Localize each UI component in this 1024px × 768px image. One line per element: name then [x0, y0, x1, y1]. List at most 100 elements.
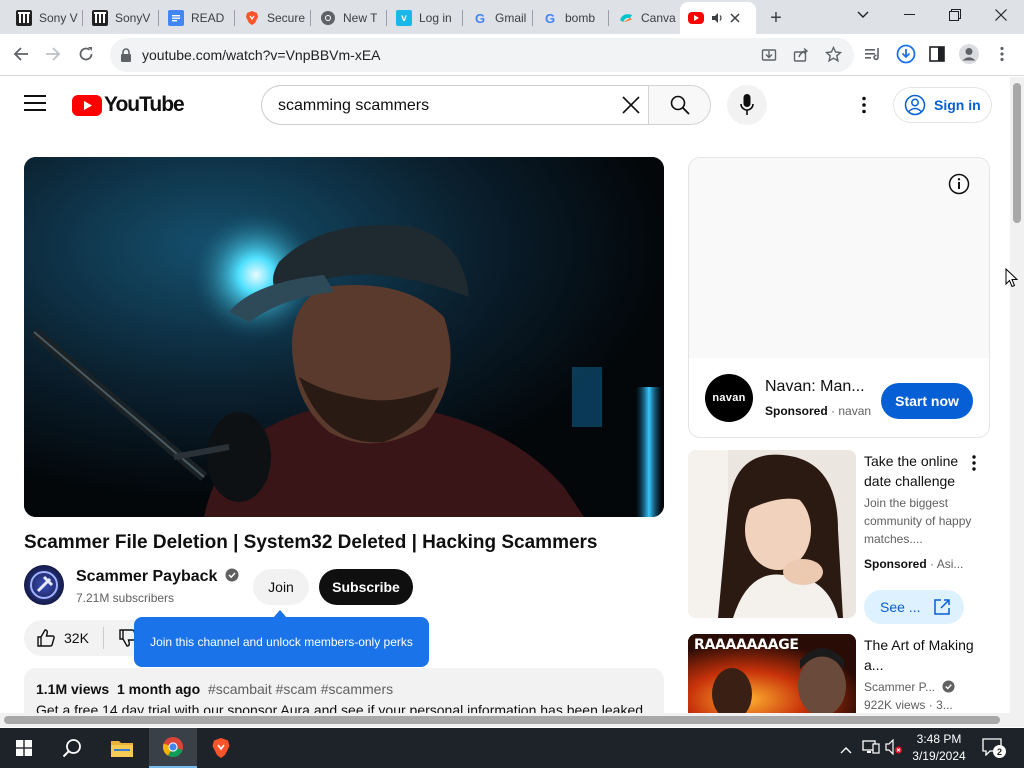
side-panel-icon[interactable]	[922, 39, 952, 69]
clear-search-icon[interactable]	[622, 96, 640, 119]
sponsored-label: Sponsored	[864, 557, 927, 571]
description-meta: 1.1M views 1 month ago #scambait #scam #…	[36, 681, 393, 697]
back-button[interactable]	[6, 39, 36, 69]
like-button[interactable]	[36, 628, 56, 653]
horizontal-scrollbar-thumb[interactable]	[4, 716, 1000, 724]
browser-tab[interactable]: SonyV	[84, 4, 156, 32]
sponsored-thumbnail[interactable]	[688, 450, 856, 618]
lock-icon[interactable]	[120, 48, 132, 67]
browser-tab[interactable]: Canva	[610, 4, 680, 32]
ad-info-icon[interactable]	[947, 172, 971, 196]
search-box[interactable]: scamming scammers	[261, 85, 648, 125]
sponsored-description: Join the biggest community of happy matc…	[864, 496, 972, 546]
youtube-play-logo-icon	[72, 94, 102, 116]
canva-icon	[618, 10, 634, 26]
tab-search-icon[interactable]	[840, 0, 886, 30]
sign-in-button[interactable]: Sign in	[893, 87, 992, 123]
channel-name[interactable]: Scammer P...	[864, 680, 956, 694]
windows-start-button[interactable]	[0, 728, 48, 768]
browser-tab[interactable]: Secure	[236, 4, 308, 32]
media-control-icon[interactable]	[858, 39, 888, 69]
address-bar[interactable]: youtube.com/watch?v=VnpBBVm-xEA	[110, 38, 854, 72]
hamburger-menu-icon[interactable]	[24, 94, 46, 117]
docs-icon	[168, 10, 184, 26]
browser-menu-icon[interactable]	[987, 39, 1017, 69]
tab-title: bomb	[565, 11, 596, 25]
tab-separator	[462, 10, 463, 26]
tab-title: New T	[343, 11, 378, 25]
tab-separator	[310, 10, 311, 26]
profile-avatar-icon[interactable]	[954, 39, 984, 69]
sponsored-ad-card[interactable]: navan Navan: Man... Sponsored · navan St…	[688, 157, 990, 438]
forward-button[interactable]	[38, 39, 68, 69]
minimize-button[interactable]	[886, 0, 932, 30]
ad-domain: navan	[838, 404, 872, 418]
tab-title: Sony V	[39, 11, 78, 25]
tab-audio-icon[interactable]	[711, 12, 724, 24]
browser-tab[interactable]: G Gmail	[464, 4, 536, 32]
browser-tab[interactable]: READ	[160, 4, 232, 32]
ad-title[interactable]: Navan: Man...	[765, 378, 871, 396]
taskbar-search-button[interactable]	[48, 728, 96, 768]
sponsored-title[interactable]: Take the online date challenge	[864, 451, 976, 491]
settings-more-icon[interactable]	[862, 96, 866, 119]
vertical-scrollbar[interactable]	[1010, 77, 1024, 727]
file-explorer-taskbar-icon[interactable]	[98, 728, 146, 768]
search-icon	[62, 739, 81, 758]
join-button[interactable]: Join	[253, 569, 309, 605]
close-window-button[interactable]	[978, 0, 1024, 30]
hashtags[interactable]: #scambait #scam #scammers	[208, 681, 393, 697]
see-more-button[interactable]: See ...	[864, 590, 964, 624]
youtube-logo[interactable]: YouTube	[72, 93, 185, 117]
search-icon	[670, 95, 690, 115]
install-app-icon[interactable]	[761, 47, 777, 68]
description-box[interactable]: 1.1M views 1 month ago #scambait #scam #…	[24, 668, 664, 716]
restore-button[interactable]	[932, 0, 978, 30]
view-count: 1.1M views	[36, 681, 110, 697]
search-input[interactable]: scamming scammers	[278, 97, 429, 115]
external-link-icon	[934, 599, 950, 615]
sign-in-label: Sign in	[934, 97, 981, 113]
view-count: 922K views	[864, 698, 926, 712]
video-title: Scammer File Deletion | System32 Deleted…	[24, 532, 598, 553]
channel-name[interactable]: Scammer Payback	[76, 568, 239, 586]
voice-search-button[interactable]	[727, 85, 767, 125]
windows-logo-icon	[16, 740, 32, 756]
download-icon[interactable]	[891, 39, 921, 69]
tab-title: Canva	[641, 11, 676, 25]
subscribe-button[interactable]: Subscribe	[319, 569, 413, 605]
browser-tab[interactable]: Sony V	[8, 4, 80, 32]
ad-media-area[interactable]	[689, 158, 989, 358]
taskbar-clock[interactable]: 3:48 PM 3/19/2024	[906, 731, 972, 765]
action-center-icon[interactable]: 2	[982, 738, 1006, 758]
tab-close-icon[interactable]	[730, 13, 740, 23]
show-hidden-icons-chevron-icon[interactable]	[840, 741, 852, 759]
clock-date: 3/19/2024	[912, 749, 966, 763]
browser-tab[interactable]: New T	[312, 4, 384, 32]
horizontal-scrollbar[interactable]	[0, 713, 1010, 727]
search-button[interactable]	[648, 85, 711, 125]
video-player[interactable]	[24, 157, 664, 517]
brave-taskbar-icon[interactable]	[197, 728, 245, 768]
channel-avatar[interactable]	[24, 565, 64, 605]
tab-separator	[532, 10, 533, 26]
new-tab-button[interactable]: +	[764, 6, 788, 30]
start-now-button[interactable]: Start now	[881, 383, 973, 419]
tab-title: SonyV	[115, 11, 151, 25]
reload-button[interactable]	[71, 39, 101, 69]
browser-tab-active[interactable]	[680, 2, 756, 34]
video-thumbnail[interactable]: RAAAAAAAGE	[688, 634, 856, 716]
ad-advertiser-logo[interactable]: navan	[705, 374, 753, 422]
like-count: 32K	[64, 630, 89, 646]
browser-tab[interactable]: G bomb	[534, 4, 606, 32]
volume-muted-icon[interactable]	[885, 738, 903, 760]
network-icon[interactable]	[862, 739, 880, 760]
more-actions-icon[interactable]	[972, 455, 976, 476]
vertical-scrollbar-thumb[interactable]	[1013, 83, 1021, 223]
share-icon[interactable]	[793, 47, 809, 68]
video-title[interactable]: The Art of Making a...	[864, 635, 976, 675]
browser-tab[interactable]: v Log in	[388, 4, 460, 32]
bookmark-star-icon[interactable]	[824, 45, 843, 68]
microphone-icon	[740, 94, 754, 115]
chrome-taskbar-icon[interactable]	[149, 728, 197, 768]
